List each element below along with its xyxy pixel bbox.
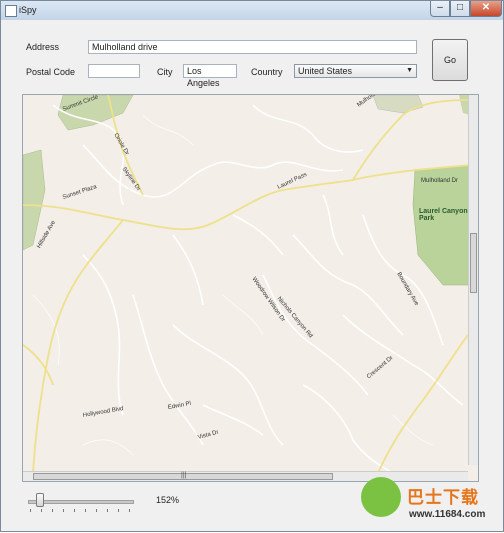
watermark-text: 巴士下载 — [407, 488, 479, 507]
app-window: iSpy – □ ✕ Address Mulholland drive Post… — [0, 0, 504, 532]
zoom-slider-ticks — [30, 509, 130, 513]
postal-code-input[interactable] — [88, 64, 140, 78]
park-label: Laurel Canyon Park — [419, 208, 468, 222]
watermark-logo-icon — [361, 477, 401, 517]
country-select-value: United States — [298, 66, 353, 76]
map-vertical-scrollbar[interactable] — [468, 95, 478, 465]
window-title: iSpy — [19, 5, 37, 15]
address-label: Address — [26, 42, 60, 52]
zoom-level: 152% — [156, 495, 180, 505]
street-label: Mulholland Dr — [421, 178, 459, 184]
vertical-scroll-thumb[interactable] — [470, 233, 477, 293]
minimize-button[interactable]: – — [430, 1, 450, 17]
postal-code-label: Postal Code — [26, 67, 76, 77]
country-select[interactable]: United States ▼ — [294, 64, 417, 78]
country-label: Country — [251, 67, 283, 77]
chevron-down-icon: ▼ — [406, 67, 413, 74]
address-input[interactable]: Mulholland drive — [88, 40, 417, 54]
maximize-button[interactable]: □ — [450, 1, 470, 17]
zoom-slider-thumb[interactable] — [36, 493, 44, 507]
title-bar: iSpy – □ ✕ — [1, 1, 503, 20]
app-icon — [5, 5, 17, 17]
city-label: City — [157, 67, 173, 77]
watermark-url: www.11684.com — [409, 509, 486, 520]
map-view[interactable]: Summit Circle Mulholland Dr Mulholland D… — [22, 94, 479, 482]
close-button[interactable]: ✕ — [470, 1, 502, 17]
city-input[interactable]: Los Angeles — [183, 64, 237, 88]
grip-icon: ||| — [181, 472, 187, 479]
go-button[interactable]: Go — [432, 39, 468, 81]
watermark: 巴士下载 www.11684.com — [351, 477, 504, 533]
